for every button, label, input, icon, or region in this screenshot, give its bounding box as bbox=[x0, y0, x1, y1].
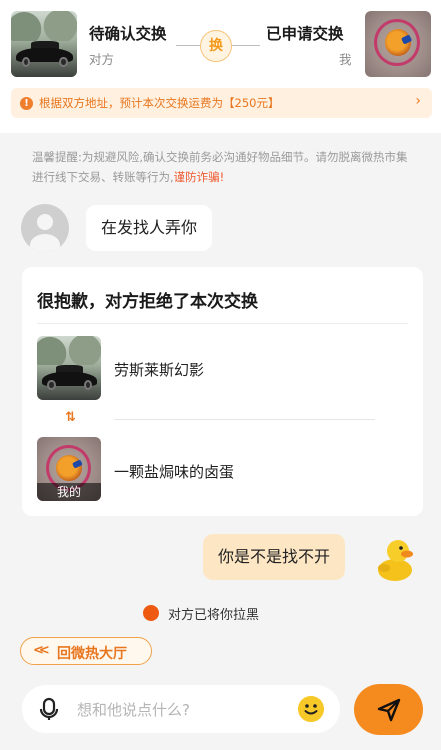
their-item-name: 劳斯莱斯幻影 bbox=[114, 361, 205, 379]
send-icon bbox=[377, 698, 401, 722]
divider-line bbox=[176, 45, 200, 46]
shipping-fee-notice[interactable]: ! 根据双方地址，预计本次交换运费为【250元】 › bbox=[11, 88, 432, 118]
chevron-right-icon: › bbox=[415, 93, 421, 109]
their-item-thumbnail[interactable] bbox=[11, 11, 77, 77]
emoji-icon[interactable] bbox=[298, 696, 324, 722]
fraud-warning: 谨防诈骗! bbox=[173, 170, 225, 184]
duck-sticker bbox=[378, 540, 413, 581]
swap-arrows-icon: ⇅ bbox=[65, 410, 76, 425]
info-icon: ! bbox=[20, 97, 33, 110]
my-status: 已申请交换 bbox=[266, 25, 344, 43]
input-placeholder: 想和他说点什么? bbox=[77, 701, 190, 719]
swap-badge: 换 bbox=[200, 30, 232, 62]
their-item-image[interactable] bbox=[37, 336, 101, 400]
their-status: 待确认交换 bbox=[89, 25, 167, 43]
back-button-label: 回微热大厅 bbox=[57, 646, 127, 662]
block-dot-icon bbox=[143, 605, 159, 621]
message-input[interactable]: 想和他说点什么? bbox=[22, 685, 340, 733]
exchange-header: 待确认交换 对方 换 已申请交换 我 ! 根据双方地址，预计本次交换运费为【25… bbox=[0, 0, 441, 133]
my-item-name: 一颗盐焗味的卤蛋 bbox=[114, 463, 235, 481]
notice-text: 根据双方地址，预计本次交换运费为【250元】 bbox=[39, 96, 280, 110]
my-item-image[interactable]: 我的 bbox=[37, 437, 101, 501]
my-role-label: 我 bbox=[339, 52, 352, 67]
safety-tips: 温馨提醒:为规避风险,确认交换前务必沟通好物品细节。请勿脱离微热市集进行线下交易… bbox=[32, 147, 416, 187]
system-message: 对方已将你拉黑 bbox=[168, 608, 260, 623]
item-divider bbox=[114, 419, 375, 420]
avatar[interactable] bbox=[21, 204, 69, 252]
send-button[interactable] bbox=[354, 684, 423, 735]
card-title: 很抱歉，对方拒绝了本次交换 bbox=[37, 292, 258, 312]
divider-line bbox=[232, 45, 260, 46]
their-role-label: 对方 bbox=[89, 52, 115, 67]
message-input-bar: 想和他说点什么? bbox=[0, 676, 441, 750]
back-arrows-icon: << bbox=[33, 643, 50, 658]
card-divider bbox=[37, 323, 408, 324]
avatar-placeholder-icon bbox=[37, 214, 53, 230]
mine-tag: 我的 bbox=[37, 483, 101, 501]
microphone-icon[interactable] bbox=[36, 696, 62, 722]
outgoing-message: 你是不是找不开 bbox=[203, 534, 346, 580]
exchange-result-card: 很抱歉，对方拒绝了本次交换 劳斯莱斯幻影 ⇅ 我的 一颗盐焗味的卤蛋 bbox=[22, 267, 423, 516]
my-item-thumbnail[interactable] bbox=[365, 11, 431, 77]
back-to-hall-button[interactable]: << 回微热大厅 bbox=[20, 637, 152, 665]
incoming-message: 在发找人弄你 bbox=[86, 205, 213, 251]
